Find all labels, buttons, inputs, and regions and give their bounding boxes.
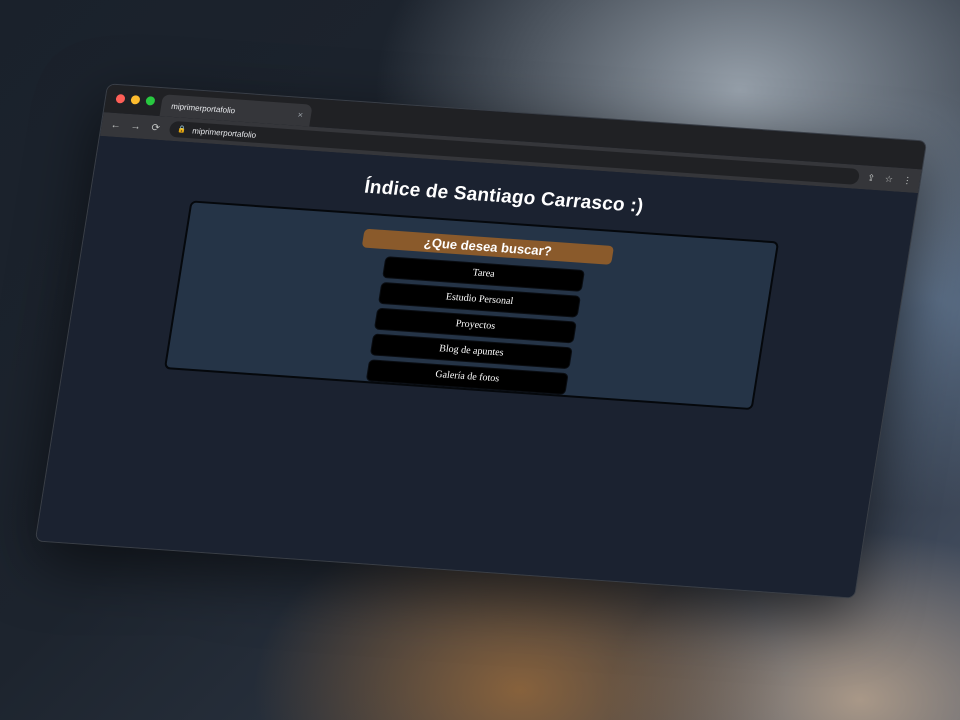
page-viewport: Índice de Santiago Carrasco :) ¿Que dese… — [35, 135, 918, 598]
window-controls — [115, 93, 156, 106]
reload-icon[interactable]: ⟳ — [149, 122, 163, 134]
close-window-button[interactable] — [115, 93, 126, 104]
browser-window: miprimerportafolio × ← → ⟳ 🔒 miprimerpor… — [34, 83, 928, 599]
scene: miprimerportafolio × ← → ⟳ 🔒 miprimerpor… — [0, 0, 960, 720]
address-text: miprimerportafolio — [191, 125, 257, 140]
menu-icon[interactable]: ⋮ — [902, 175, 913, 187]
minimize-window-button[interactable] — [130, 95, 141, 105]
close-icon[interactable]: × — [297, 110, 304, 120]
share-icon[interactable]: ⇪ — [866, 172, 876, 183]
back-icon[interactable]: ← — [109, 119, 123, 131]
forward-icon[interactable]: → — [129, 121, 143, 133]
toolbar-actions: ⇪ ☆ ⋮ — [866, 172, 913, 187]
search-card: ¿Que desea buscar? Tarea Estudio Persona… — [163, 200, 780, 411]
lock-icon: 🔒 — [177, 126, 187, 134]
maximize-window-button[interactable] — [145, 96, 156, 106]
star-icon[interactable]: ☆ — [884, 173, 894, 184]
tab-title: miprimerportafolio — [170, 101, 236, 115]
section-menu: Tarea Estudio Personal Proyectos Blog de… — [365, 256, 586, 396]
